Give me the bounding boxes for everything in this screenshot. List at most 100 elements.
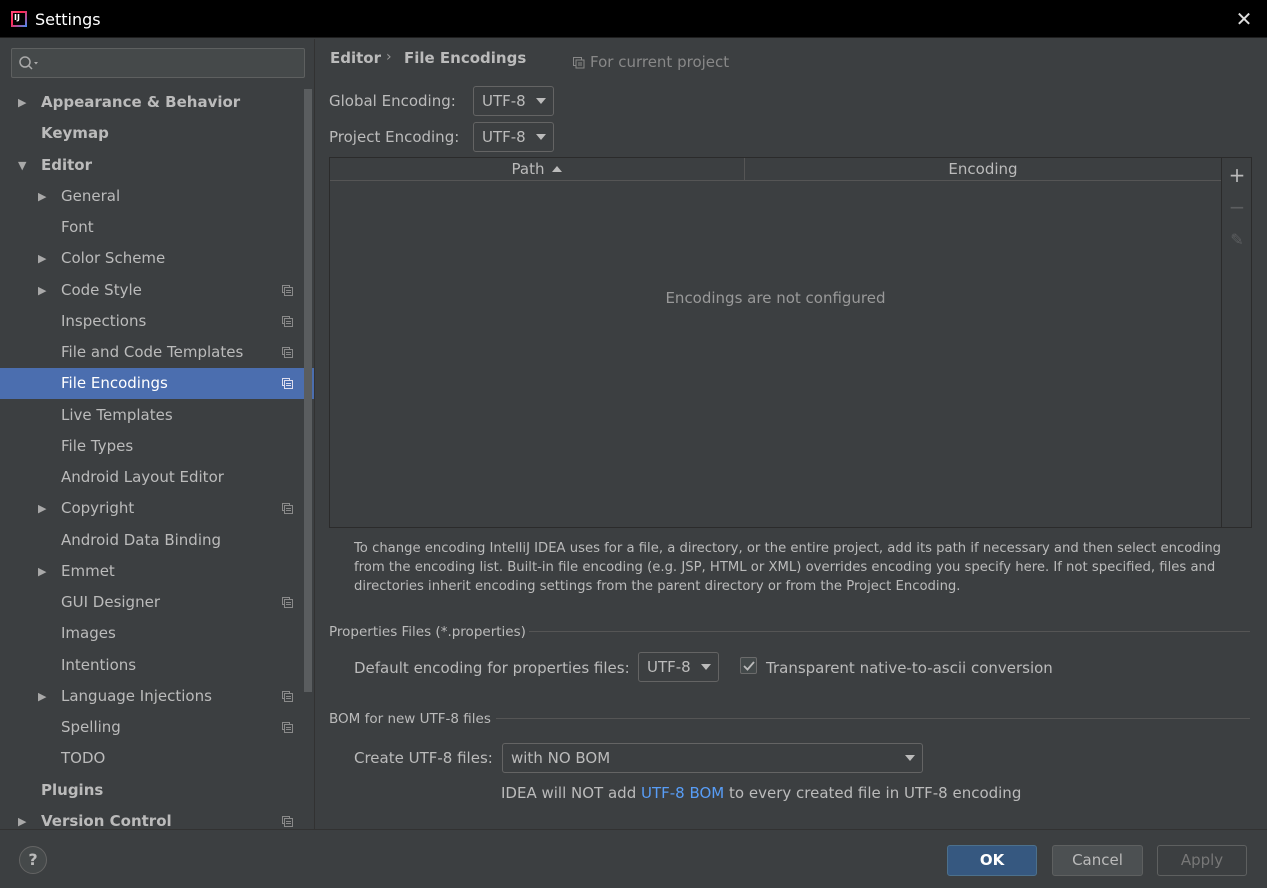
scope-note: For current project — [573, 53, 729, 71]
sidebar-item-label: Plugins — [41, 781, 104, 799]
sidebar-item-color-scheme[interactable]: ▶ Color Scheme — [0, 243, 314, 274]
sidebar-item-file-types[interactable]: File Types — [0, 431, 314, 462]
apply-button[interactable]: Apply — [1157, 845, 1247, 876]
sidebar-item-code-style[interactable]: ▶ Code Style — [0, 275, 314, 306]
section-divider — [529, 631, 1250, 632]
bom-section-title: BOM for new UTF-8 files — [329, 711, 491, 727]
project-scope-icon — [282, 378, 293, 389]
sidebar-item-label: Images — [61, 624, 116, 642]
sidebar-item-gui-designer[interactable]: GUI Designer — [0, 587, 314, 618]
encodings-table[interactable]: Path Encoding Encodings are not configur… — [329, 157, 1222, 528]
sidebar-item-keymap[interactable]: Keymap — [0, 118, 314, 149]
search-icon — [19, 56, 38, 70]
settings-search-input[interactable] — [11, 48, 305, 78]
collapsed-arrow-icon[interactable]: ▶ — [38, 243, 46, 274]
sidebar-item-font[interactable]: Font — [0, 212, 314, 243]
sidebar-item-live-templates[interactable]: Live Templates — [0, 400, 314, 431]
intellij-idea-icon: IJ — [9, 9, 29, 29]
bom-note: IDEA will NOT add UTF-8 BOM to every cre… — [501, 784, 1022, 802]
project-scope-icon — [573, 57, 585, 69]
edit-icon[interactable]: ✎ — [1222, 226, 1252, 254]
project-scope-icon — [282, 503, 293, 514]
project-scope-icon — [282, 691, 293, 702]
collapsed-arrow-icon[interactable]: ▶ — [38, 681, 46, 712]
column-header-path[interactable]: Path — [330, 158, 745, 181]
sidebar-item-file-and-code-templates[interactable]: File and Code Templates — [0, 337, 314, 368]
sidebar-item-label: Copyright — [61, 499, 135, 517]
section-divider — [496, 718, 1250, 719]
sidebar-item-general[interactable]: ▶ General — [0, 181, 314, 212]
sidebar-item-label: Keymap — [41, 124, 109, 142]
breadcrumb-editor[interactable]: Editor — [330, 49, 381, 67]
sidebar-item-label: Editor — [41, 156, 92, 174]
sidebar-item-android-data-binding[interactable]: Android Data Binding — [0, 525, 314, 556]
sidebar-item-file-encodings[interactable]: File Encodings — [0, 368, 314, 399]
project-encoding-select[interactable]: UTF-8 — [473, 122, 554, 152]
properties-section-title: Properties Files (*.properties) — [329, 624, 526, 640]
bom-select[interactable]: with NO BOM — [502, 743, 923, 773]
sidebar-item-appearance-behavior[interactable]: ▶ Appearance & Behavior — [0, 87, 314, 118]
table-toolbar: + − ✎ — [1222, 157, 1252, 528]
close-icon[interactable]: ✕ — [1231, 6, 1257, 32]
chevron-down-icon — [536, 98, 546, 104]
collapsed-arrow-icon[interactable]: ▶ — [38, 181, 46, 212]
sidebar-item-plugins[interactable]: Plugins — [0, 775, 314, 806]
collapsed-arrow-icon[interactable]: ▶ — [38, 275, 46, 306]
sidebar-item-label: Intentions — [61, 656, 137, 674]
sidebar-item-editor[interactable]: ▼ Editor — [0, 150, 314, 181]
sidebar-item-label: Code Style — [61, 281, 142, 299]
sidebar-item-emmet[interactable]: ▶ Emmet — [0, 556, 314, 587]
sidebar-item-spelling[interactable]: Spelling — [0, 712, 314, 743]
sidebar-item-todo[interactable]: TODO — [0, 743, 314, 774]
transparent-conversion-checkbox[interactable] — [740, 657, 757, 674]
collapsed-arrow-icon[interactable]: ▶ — [38, 556, 46, 587]
sidebar-item-label: Color Scheme — [61, 249, 166, 267]
settings-sidebar: ▶ Appearance & Behavior Keymap ▼ Editor ▶ Gene… — [0, 39, 315, 830]
sidebar-item-label: General — [61, 187, 121, 205]
chevron-down-icon — [905, 755, 915, 761]
sidebar-item-label: Live Templates — [61, 406, 173, 424]
sidebar-item-label: Font — [61, 218, 94, 236]
create-utf8-label: Create UTF-8 files: — [354, 749, 493, 767]
project-encoding-label: Project Encoding: — [329, 128, 460, 146]
sidebar-item-label: Emmet — [61, 562, 115, 580]
column-header-encoding[interactable]: Encoding — [745, 158, 1221, 181]
sidebar-item-android-layout-editor[interactable]: Android Layout Editor — [0, 462, 314, 493]
cancel-button[interactable]: Cancel — [1052, 845, 1143, 876]
ok-button[interactable]: OK — [947, 845, 1037, 876]
title-bar: IJ Settings ✕ — [0, 0, 1267, 38]
scrollbar-thumb[interactable] — [304, 89, 312, 692]
project-scope-icon — [282, 316, 293, 327]
properties-encoding-select[interactable]: UTF-8 — [638, 652, 719, 682]
settings-content: Editor › File Encodings For current proj… — [316, 39, 1267, 829]
project-scope-icon — [282, 816, 293, 827]
project-encoding-value: UTF-8 — [482, 128, 526, 146]
table-header: Path Encoding — [330, 158, 1221, 181]
sidebar-item-images[interactable]: Images — [0, 618, 314, 649]
sidebar-item-label: Language Injections — [61, 687, 212, 705]
breadcrumb-current: File Encodings — [404, 49, 527, 67]
collapsed-arrow-icon[interactable]: ▶ — [38, 493, 46, 524]
table-empty-message: Encodings are not configured — [665, 289, 886, 307]
collapsed-arrow-icon[interactable]: ▶ — [18, 87, 26, 118]
sidebar-item-label: File and Code Templates — [61, 343, 244, 361]
sidebar-item-label: TODO — [61, 749, 106, 767]
help-button[interactable]: ? — [19, 846, 47, 874]
sidebar-item-inspections[interactable]: Inspections — [0, 306, 314, 337]
sidebar-item-language-injections[interactable]: ▶ Language Injections — [0, 681, 314, 712]
utf8-bom-link[interactable]: UTF-8 BOM — [641, 784, 724, 802]
transparent-conversion-label[interactable]: Transparent native-to-ascii conversion — [766, 659, 1053, 677]
sidebar-item-copyright[interactable]: ▶ Copyright — [0, 493, 314, 524]
sidebar-item-intentions[interactable]: Intentions — [0, 650, 314, 681]
breadcrumb-separator: › — [386, 49, 392, 65]
sidebar-scrollbar[interactable] — [302, 89, 314, 692]
add-icon[interactable]: + — [1222, 161, 1252, 189]
global-encoding-select[interactable]: UTF-8 — [473, 86, 554, 116]
remove-icon[interactable]: − — [1222, 193, 1252, 221]
sidebar-item-label: Appearance & Behavior — [41, 93, 241, 111]
sidebar-item-label: GUI Designer — [61, 593, 160, 611]
sidebar-item-label: Inspections — [61, 312, 147, 330]
project-scope-icon — [282, 347, 293, 358]
sidebar-item-label: Android Data Binding — [61, 531, 222, 549]
expanded-arrow-icon[interactable]: ▼ — [18, 150, 26, 181]
